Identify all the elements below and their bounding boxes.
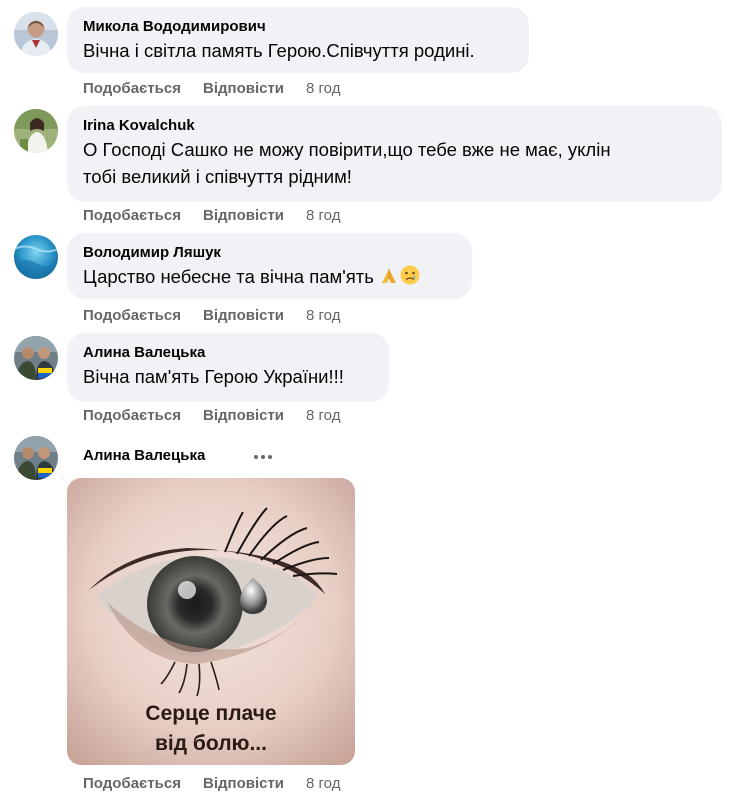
like-button[interactable]: Подобається xyxy=(83,775,181,792)
comment-text: Царство небесне та вічна пам'ять xyxy=(83,266,374,287)
comment-text: Вічна пам'ять Герою України!!! xyxy=(83,366,344,387)
comment-bubble: Алина Валецька Вічна пам'ять Герою Украї… xyxy=(67,333,389,402)
avatar[interactable] xyxy=(14,336,58,380)
comment-timestamp[interactable]: 8 год xyxy=(306,207,340,224)
reply-button[interactable]: Відповісти xyxy=(203,307,284,324)
reply-button[interactable]: Відповісти xyxy=(203,407,284,424)
avatar[interactable] xyxy=(14,436,58,480)
comment-author[interactable]: Irina Kovalchuk xyxy=(83,116,706,136)
more-options-icon[interactable] xyxy=(253,450,273,462)
like-button[interactable]: Подобається xyxy=(83,80,181,97)
comment-author[interactable]: Володимир Ляшук xyxy=(83,243,456,263)
comments-list: Микола Вододимирович Вічна і світла памя… xyxy=(0,0,734,798)
comment-bubble: Микола Вододимирович Вічна і світла памя… xyxy=(67,7,529,73)
avatar[interactable] xyxy=(14,12,58,56)
comment-actions: Подобається Відповісти 8 год xyxy=(83,774,340,794)
comment-author-row: Алина Валецька xyxy=(83,446,205,466)
comment-author[interactable]: Алина Валецька xyxy=(83,446,205,466)
reply-button[interactable]: Відповісти xyxy=(203,80,284,97)
like-button[interactable]: Подобається xyxy=(83,407,181,424)
comment-text: тобі великий і співчуття рідним! xyxy=(83,166,352,187)
comment-text: Вічна і світла память Герою.Співчуття ро… xyxy=(83,40,475,61)
comment-actions: Подобається Відповісти 8 год xyxy=(83,406,340,426)
comment-text-row: Царство небесне та вічна пам'ять xyxy=(83,263,456,293)
comment-bubble: Володимир Ляшук Царство небесне та вічна… xyxy=(67,233,472,299)
like-button[interactable]: Подобається xyxy=(83,307,181,324)
comment-timestamp[interactable]: 8 год xyxy=(306,307,340,324)
avatar[interactable] xyxy=(14,109,58,153)
comment-image[interactable]: Серце плаче від болю... xyxy=(67,478,355,765)
comment-actions: Подобається Відповісти 8 год xyxy=(83,306,340,326)
reply-button[interactable]: Відповісти xyxy=(203,207,284,224)
reply-button[interactable]: Відповісти xyxy=(203,775,284,792)
comment-actions: Подобається Відповісти 8 год xyxy=(83,206,340,226)
image-caption-line: від болю... xyxy=(155,732,267,755)
like-button[interactable]: Подобається xyxy=(83,207,181,224)
folded-hands-icon xyxy=(379,266,399,293)
comment-actions: Подобається Відповісти 8 год xyxy=(83,79,340,99)
comment-text: О Господі Сашко не можу повірити,що тебе… xyxy=(83,139,611,160)
comment-bubble: Irina Kovalchuk О Господі Сашко не можу … xyxy=(67,106,722,202)
image-caption-line: Серце плаче xyxy=(145,702,277,725)
comment-timestamp[interactable]: 8 год xyxy=(306,407,340,424)
sad-face-icon xyxy=(399,264,421,293)
comment-timestamp[interactable]: 8 год xyxy=(306,80,340,97)
avatar[interactable] xyxy=(14,235,58,279)
comment-timestamp[interactable]: 8 год xyxy=(306,775,340,792)
comment-author[interactable]: Микола Вододимирович xyxy=(83,17,513,37)
comment-author[interactable]: Алина Валецька xyxy=(83,343,373,363)
